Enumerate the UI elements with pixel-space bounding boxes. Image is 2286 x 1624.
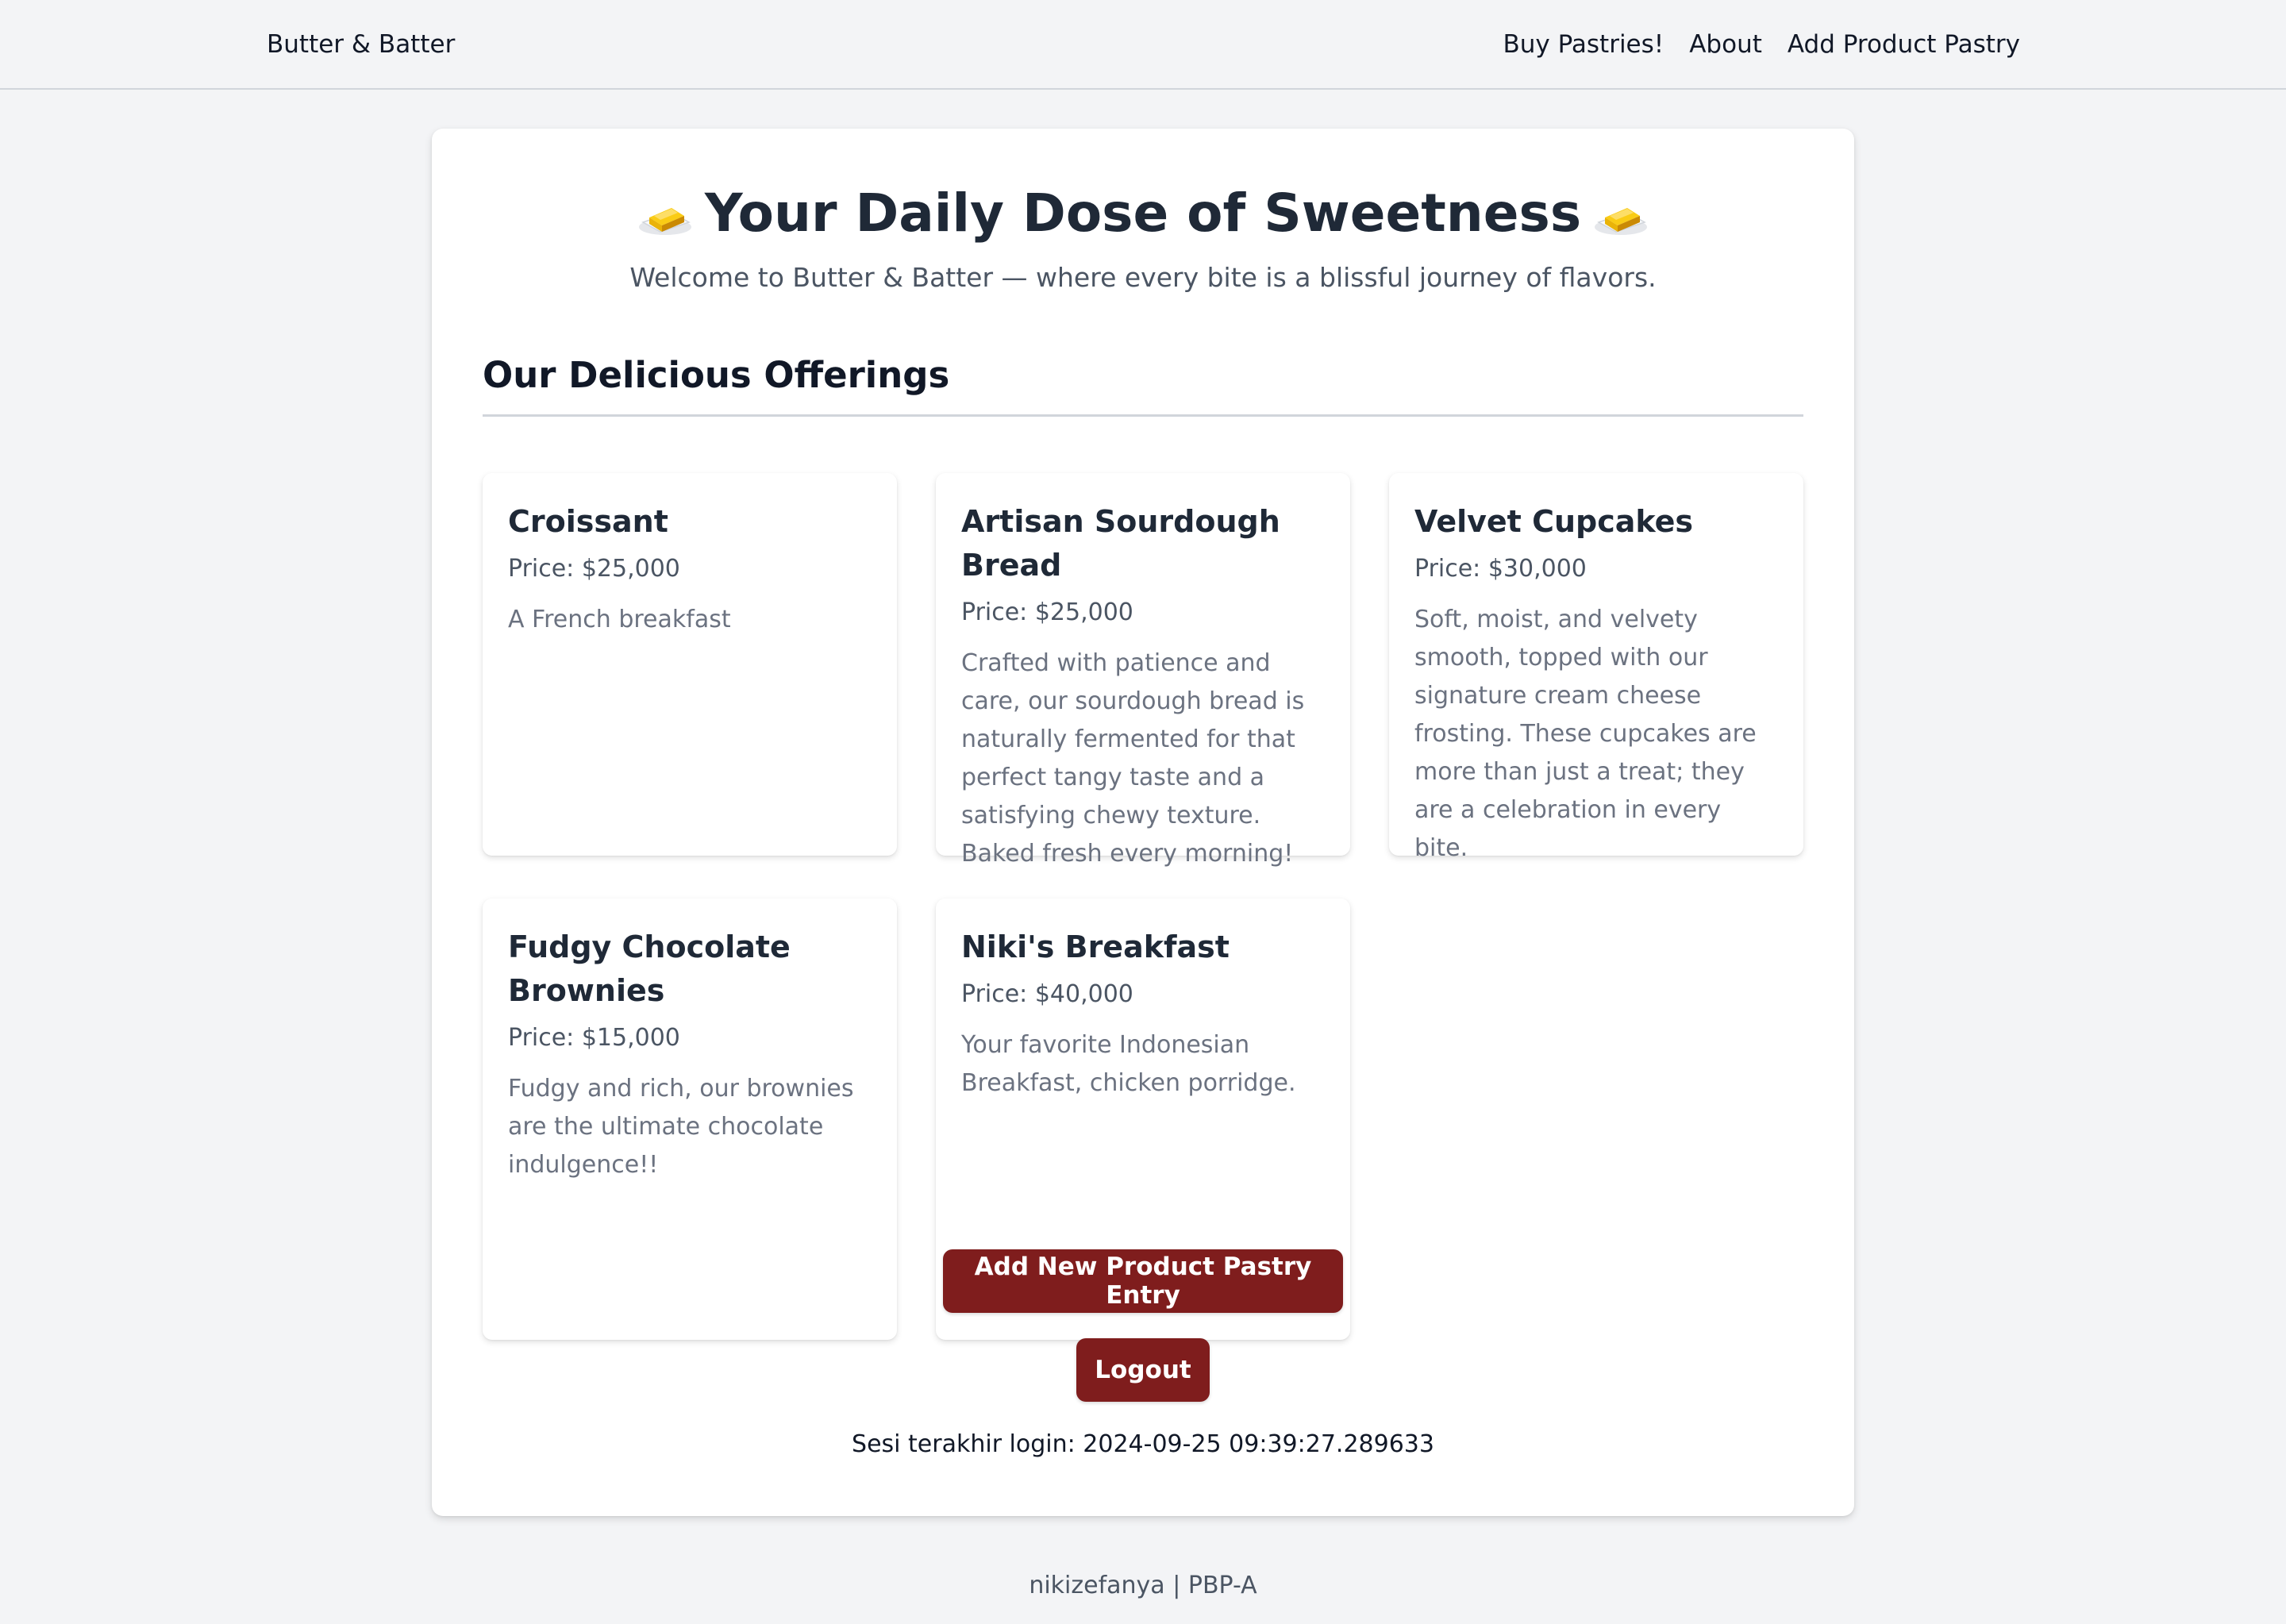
product-price: Price: $15,000 <box>508 1024 680 1052</box>
product-card-brownies: Fudgy Chocolate Brownies Price: $15,000 … <box>483 899 897 1340</box>
logout-button[interactable]: Logout <box>1076 1338 1210 1402</box>
product-description: Fudgy and rich, our brownies are the ult… <box>508 1075 854 1179</box>
product-price: Price: $25,000 <box>961 598 1133 626</box>
product-description: Soft, moist, and velvety smooth, topped … <box>1414 606 1757 862</box>
product-name: Fudgy Chocolate Brownies <box>508 929 791 1008</box>
product-name: Velvet Cupcakes <box>1414 504 1694 539</box>
product-description: Crafted with patience and care, our sour… <box>961 649 1305 868</box>
nav-link-about[interactable]: About <box>1689 30 1762 59</box>
nav-link-buy-pastries[interactable]: Buy Pastries! <box>1503 30 1664 59</box>
nav-link-add-product[interactable]: Add Product Pastry <box>1788 30 2020 59</box>
product-card-croissant: Croissant Price: $25,000 A French breakf… <box>483 473 897 856</box>
butter-icon <box>637 190 694 237</box>
section-title: Our Delicious Offerings <box>483 354 950 396</box>
hero-title-text: Your Daily Dose of Sweetness <box>704 183 1582 244</box>
nav-links: Buy Pastries! About Add Product Pastry <box>1503 30 2020 59</box>
butter-icon <box>1592 190 1649 237</box>
footer: nikizefanya | PBP-A <box>1029 1572 1257 1599</box>
product-price: Price: $40,000 <box>961 980 1133 1008</box>
product-price: Price: $25,000 <box>508 555 680 583</box>
navbar: Butter & Batter Buy Pastries! About Add … <box>0 0 2286 90</box>
last-login-text: Sesi terakhir login: 2024-09-25 09:39:27… <box>852 1430 1434 1458</box>
brand-link[interactable]: Butter & Batter <box>267 30 455 59</box>
hero-title: Your Daily Dose of Sweetness <box>432 183 1854 244</box>
product-name: Artisan Sourdough Bread <box>961 504 1280 583</box>
product-description: A French breakfast <box>508 606 731 633</box>
main-card: Your Daily Dose of Sweetness Welcome to … <box>432 129 1854 1516</box>
product-name: Croissant <box>508 504 668 539</box>
product-description: Your favorite Indonesian Breakfast, chic… <box>961 1031 1296 1097</box>
product-price: Price: $30,000 <box>1414 555 1587 583</box>
hero-subtitle: Welcome to Butter & Batter — where every… <box>629 262 1657 293</box>
product-name: Niki's Breakfast <box>961 929 1230 964</box>
product-card-cupcakes: Velvet Cupcakes Price: $30,000 Soft, moi… <box>1389 473 1803 862</box>
section-divider <box>483 414 1803 417</box>
product-card-sourdough: Artisan Sourdough Bread Price: $25,000 C… <box>936 473 1350 868</box>
add-product-button[interactable]: Add New Product Pastry Entry <box>943 1249 1343 1313</box>
